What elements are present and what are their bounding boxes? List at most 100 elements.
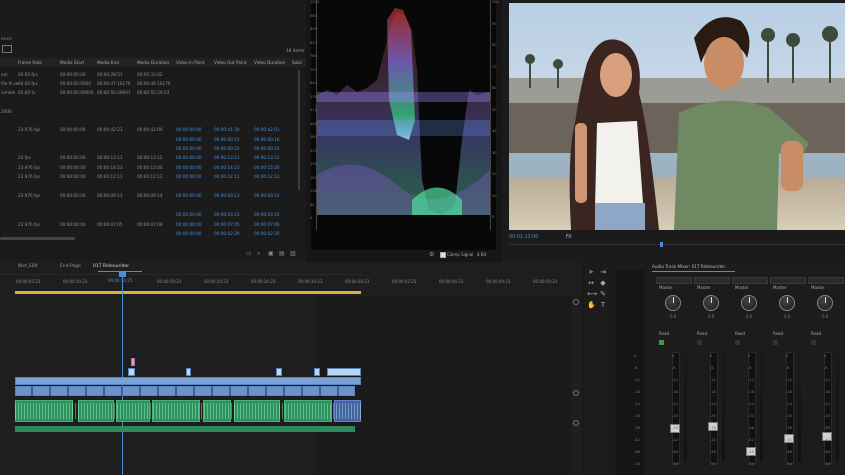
- project-list-row[interactable]: 00:00:00:00 00:00:00:23 00:00:00:24: [0, 144, 302, 153]
- column-header[interactable]: Media Start: [60, 58, 84, 67]
- audio-clip[interactable]: [152, 400, 200, 422]
- track-input-dropdown[interactable]: [808, 277, 844, 284]
- automation-mode[interactable]: Read: [697, 331, 707, 336]
- output-route-label[interactable]: Master: [811, 285, 825, 290]
- pan-knob-icon[interactable]: [817, 295, 833, 311]
- program-playhead[interactable]: [660, 242, 663, 247]
- fit-dropdown[interactable]: Fit: [566, 235, 572, 240]
- track-input-dropdown[interactable]: [770, 277, 806, 284]
- horizontal-scrollbar[interactable]: [0, 237, 75, 240]
- automation-mode[interactable]: Read: [659, 331, 669, 336]
- audio-clip[interactable]: [203, 400, 231, 422]
- audio-clip[interactable]: [116, 400, 150, 422]
- ripple-edit-icon[interactable]: ↔: [587, 279, 595, 287]
- column-header[interactable]: Video Out Point: [214, 58, 246, 67]
- project-list-row[interactable]: 23.976 fps 00:00:00:00 00:00:14:23 00:00:15…: [0, 163, 302, 172]
- playhead-handle[interactable]: [119, 272, 126, 277]
- project-list-row[interactable]: 23.976 fps 00:00:00:00 00:00:09:13 00:00:09…: [0, 191, 302, 200]
- pan-value[interactable]: 0.0: [670, 314, 676, 319]
- project-list-row[interactable]: 23.976 fps 00:00:00:00 00:00:42:21 00:00:42…: [0, 125, 302, 134]
- pen-icon[interactable]: ✎: [599, 290, 607, 298]
- selection-tool-icon[interactable]: ➤: [587, 268, 595, 276]
- pan-knob-icon[interactable]: [665, 295, 681, 311]
- mute-button[interactable]: [773, 340, 778, 345]
- project-list-row[interactable]: 00:00:00:00 00:00:03:23 00:00:03:24: [0, 210, 302, 219]
- razor-icon[interactable]: ◆: [599, 279, 607, 287]
- trash-icon[interactable]: ▥: [290, 250, 296, 257]
- project-list-row[interactable]: 00:00:00:00 00:00:00:15 00:00:00:16: [0, 135, 302, 144]
- automation-mode[interactable]: Read: [773, 331, 783, 336]
- automation-mode[interactable]: Read: [735, 331, 745, 336]
- output-route-label[interactable]: Master: [697, 285, 711, 290]
- type-icon[interactable]: T: [599, 301, 607, 309]
- column-header[interactable]: Frame Rate: [18, 58, 42, 67]
- audio-clip[interactable]: [78, 400, 114, 422]
- column-header[interactable]: Media Duration: [137, 58, 169, 67]
- track-input-dropdown[interactable]: [656, 277, 692, 284]
- audio-clip[interactable]: [15, 400, 73, 422]
- pan-value[interactable]: 0.0: [708, 314, 714, 319]
- new-bin-icon[interactable]: ▣: [268, 250, 274, 257]
- output-route-label[interactable]: Master: [735, 285, 749, 290]
- wrench-icon[interactable]: ⚙: [429, 251, 434, 258]
- track-height-handle[interactable]: [573, 390, 579, 396]
- current-timecode[interactable]: 00:00:10:25: [108, 278, 132, 283]
- mute-button[interactable]: [735, 340, 740, 345]
- track-height-handle[interactable]: [573, 420, 579, 426]
- mute-button[interactable]: [811, 340, 816, 345]
- audio-track-a2[interactable]: [15, 426, 355, 432]
- search-icon[interactable]: ⌕: [257, 250, 260, 258]
- project-list-row[interactable]: 23.976 fps 00:00:00:00 00:00:07:05 00:00:07…: [0, 220, 302, 229]
- sequence-tab[interactable]: End Page: [60, 264, 81, 269]
- track-input-dropdown[interactable]: [732, 277, 768, 284]
- project-list-row[interactable]: file tt ve 60.00 fps 00:00:00:0000 00:00:47…: [0, 79, 302, 88]
- column-header[interactable]: Subc: [292, 58, 302, 67]
- column-header[interactable]: Video Duration: [254, 58, 285, 67]
- output-route-label[interactable]: Master: [773, 285, 787, 290]
- project-list-row[interactable]: am 00.00 fps 00:00:00:00 00:00:28:51 00:05:3…: [0, 70, 302, 79]
- pan-value[interactable]: 0.0: [784, 314, 790, 319]
- sequence-tab[interactable]: 01T Rideourider: [93, 264, 129, 269]
- program-timecode[interactable]: 00:01:13:00: [509, 235, 538, 240]
- pan-knob-icon[interactable]: [779, 295, 795, 311]
- project-list-row[interactable]: 23.976 fps 00:00:00:00 00:00:12:11 00:00:12…: [0, 172, 302, 181]
- work-area-bar[interactable]: [15, 291, 361, 294]
- track-input-dropdown[interactable]: [694, 277, 730, 284]
- video-clip[interactable]: [276, 368, 282, 376]
- title-clip[interactable]: [131, 358, 135, 366]
- video-clip[interactable]: [327, 368, 361, 376]
- sequence-tab[interactable]: Wct_E00: [18, 264, 38, 269]
- video-clip[interactable]: [128, 368, 135, 376]
- list-view-icon[interactable]: ▭: [246, 250, 252, 257]
- pan-knob-icon[interactable]: [703, 295, 719, 311]
- video-clip[interactable]: [314, 368, 320, 376]
- track-height-handle[interactable]: [573, 299, 579, 305]
- column-header[interactable]: Media End: [97, 58, 119, 67]
- vertical-scrollbar[interactable]: [298, 70, 300, 190]
- hand-icon[interactable]: ✋: [587, 301, 596, 309]
- pan-knob-icon[interactable]: [741, 295, 757, 311]
- slip-icon[interactable]: ⟷: [587, 290, 597, 298]
- automation-mode[interactable]: Read: [811, 331, 821, 336]
- audio-clip[interactable]: [334, 400, 361, 422]
- track-select-icon[interactable]: ⇥: [599, 268, 607, 276]
- pan-value[interactable]: 0.0: [822, 314, 828, 319]
- new-item-icon[interactable]: ▤: [279, 250, 285, 257]
- folder-icon[interactable]: [2, 45, 12, 53]
- program-scrub-bar[interactable]: [509, 244, 845, 245]
- bit-depth[interactable]: 8 Bit: [477, 252, 486, 257]
- output-route-label[interactable]: Master: [659, 285, 673, 290]
- clamp-checkbox[interactable]: [440, 252, 446, 258]
- video-track-v1-clips[interactable]: [15, 377, 361, 385]
- project-list-row[interactable]: 24 fps 00:00:00:00 00:00:13:11 00:00:13:12 0…: [0, 153, 302, 162]
- mute-button[interactable]: [697, 340, 702, 345]
- pan-value[interactable]: 0.0: [746, 314, 752, 319]
- audio-clip[interactable]: [234, 400, 280, 422]
- project-list-row[interactable]: iemble 60.00 % 00:00:00:00000 00:00:50:2969…: [0, 88, 302, 97]
- project-list-row[interactable]: 2000: [0, 107, 302, 116]
- audio-clip[interactable]: [284, 400, 332, 422]
- video-clip[interactable]: [186, 368, 191, 376]
- column-header[interactable]: Video In Point: [176, 58, 205, 67]
- mute-button[interactable]: [659, 340, 664, 345]
- playhead[interactable]: [122, 272, 123, 475]
